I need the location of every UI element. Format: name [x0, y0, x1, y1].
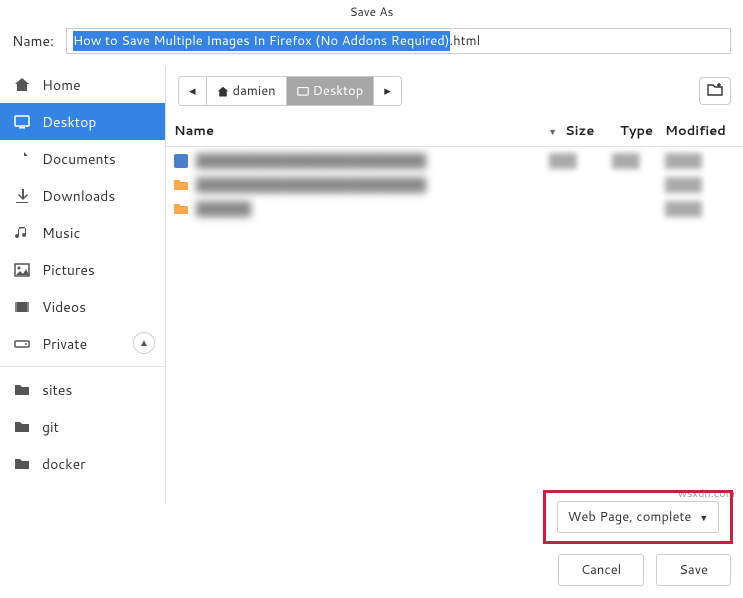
path-segment-label: Desktop [313, 82, 364, 100]
sidebar-item-docker[interactable]: docker [0, 445, 165, 482]
filename-input[interactable]: How to Save Multiple Images In Firefox (… [66, 28, 731, 54]
documents-icon [14, 151, 30, 167]
filetype-highlight: Web Page, complete ▼ [543, 490, 733, 544]
cancel-button[interactable]: Cancel [558, 554, 644, 586]
file-type: ███ [612, 152, 657, 170]
sidebar-item-git[interactable]: git [0, 408, 165, 445]
drive-icon [14, 336, 30, 352]
pictures-icon [14, 262, 30, 278]
sidebar-item-home[interactable]: Home [0, 66, 165, 103]
document-icon [174, 154, 188, 168]
path-forward-button[interactable]: ▸ [374, 77, 401, 105]
file-size: ███ [549, 152, 604, 170]
column-modified[interactable]: Modified [665, 122, 735, 140]
file-row[interactable]: █████████████████████████ ███ ███ ████ [166, 149, 743, 173]
music-icon [14, 225, 30, 241]
path-segment-label: damien [233, 82, 276, 100]
desktop-icon [14, 114, 30, 130]
downloads-icon [14, 188, 30, 204]
sidebar-item-label: git [42, 417, 59, 437]
new-folder-button[interactable] [699, 77, 731, 105]
folder-icon [174, 202, 188, 216]
sidebar-divider [0, 366, 165, 367]
sidebar-item-label: Music [42, 223, 80, 243]
folder-icon [14, 419, 30, 435]
column-headers[interactable]: Name▼ Size Type Modified [166, 116, 743, 147]
column-type[interactable]: Type [620, 122, 665, 140]
sidebar-item-label: Home [42, 75, 81, 95]
home-icon [14, 77, 30, 93]
window-title: Save As [0, 0, 743, 20]
save-button[interactable]: Save [656, 554, 731, 586]
sidebar-item-desktop[interactable]: Desktop [0, 103, 165, 140]
file-name: █████████████████████████ [196, 176, 541, 194]
desktop-icon [297, 85, 309, 97]
sidebar-item-downloads[interactable]: Downloads [0, 177, 165, 214]
sidebar-item-label: Downloads [42, 186, 115, 206]
new-folder-icon [707, 80, 723, 103]
column-name[interactable]: Name▼ [174, 122, 565, 140]
file-name: ██████ [196, 200, 541, 218]
sidebar-item-label: Documents [42, 149, 116, 169]
filename-suffix: .html [450, 32, 481, 50]
file-modified: ████ [665, 200, 735, 218]
file-modified: ████ [665, 176, 735, 194]
places-sidebar: Home Desktop Documents Downloads Music P… [0, 66, 166, 504]
file-row[interactable]: █████████████████████████ ████ [166, 173, 743, 197]
file-modified: ████ [665, 152, 735, 170]
folder-icon [14, 382, 30, 398]
filetype-label: Web Page, complete [568, 508, 692, 526]
file-row[interactable]: ██████ ████ [166, 197, 743, 221]
path-segment-desktop[interactable]: Desktop [287, 77, 375, 105]
file-list: █████████████████████████ ███ ███ ████ █… [166, 147, 743, 223]
sidebar-item-pictures[interactable]: Pictures [0, 251, 165, 288]
chevron-down-icon: ▼ [699, 511, 708, 524]
path-segment-home[interactable]: damien [207, 77, 287, 105]
column-size[interactable]: Size [565, 122, 620, 140]
eject-icon[interactable]: ▲ [133, 332, 155, 354]
sidebar-item-label: sites [42, 380, 72, 400]
folder-icon [174, 178, 188, 192]
sidebar-item-label: Videos [42, 297, 86, 317]
sidebar-item-sites[interactable]: sites [0, 371, 165, 408]
folder-icon [14, 456, 30, 472]
file-name: █████████████████████████ [196, 152, 541, 170]
sidebar-item-label: Private [42, 334, 87, 354]
sidebar-item-videos[interactable]: Videos [0, 288, 165, 325]
sidebar-item-label: Pictures [42, 260, 95, 280]
path-back-button[interactable]: ◂ [179, 77, 207, 105]
sort-indicator-icon: ▼ [548, 125, 557, 138]
sidebar-item-documents[interactable]: Documents [0, 140, 165, 177]
filename-selection: How to Save Multiple Images In Firefox (… [73, 31, 450, 51]
home-icon [217, 85, 229, 97]
name-label: Name: [12, 31, 54, 51]
sidebar-item-private[interactable]: Private ▲ [0, 325, 165, 362]
videos-icon [14, 299, 30, 315]
filetype-dropdown[interactable]: Web Page, complete ▼ [557, 501, 720, 533]
sidebar-item-music[interactable]: Music [0, 214, 165, 251]
sidebar-item-label: docker [42, 454, 86, 474]
sidebar-item-label: Desktop [42, 112, 96, 132]
